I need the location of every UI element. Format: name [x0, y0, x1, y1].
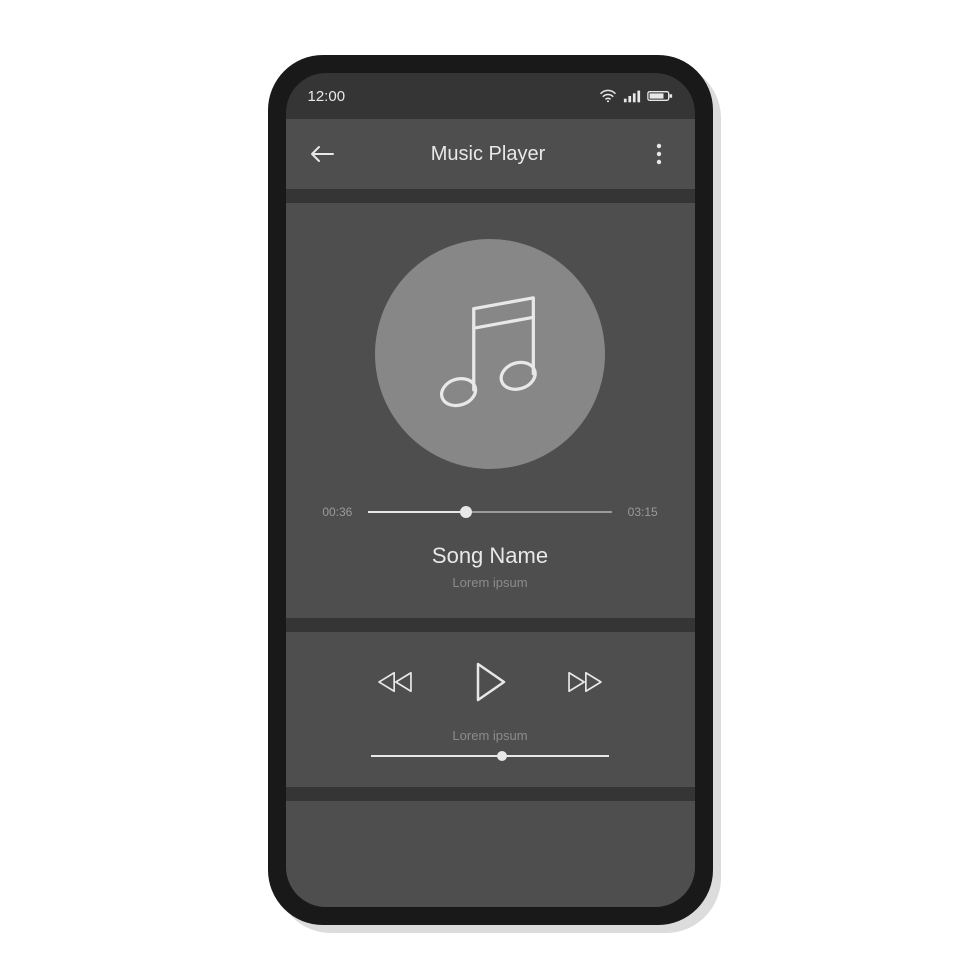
- duration-time: 03:15: [628, 505, 658, 519]
- status-time: 12:00: [308, 88, 346, 105]
- now-playing-panel: 00:36 03:15 Song Name Lorem ipsum: [286, 203, 695, 618]
- status-icons: [599, 89, 673, 103]
- volume-label: Lorem ipsum: [452, 728, 527, 743]
- phone-frame: 12:00: [268, 55, 713, 925]
- next-button[interactable]: [564, 667, 606, 697]
- battery-icon: [647, 89, 673, 103]
- play-button[interactable]: [470, 660, 510, 704]
- music-note-icon: [430, 287, 550, 422]
- progress-track[interactable]: [368, 511, 611, 513]
- album-art: [375, 239, 605, 469]
- progress-bar[interactable]: 00:36 03:15: [322, 505, 657, 519]
- song-subtitle: Lorem ipsum: [452, 575, 527, 590]
- app-header: Music Player: [286, 119, 695, 189]
- screen: 12:00: [286, 73, 695, 907]
- bottom-panel: [286, 801, 695, 907]
- wifi-icon: [599, 89, 617, 103]
- status-bar: 12:00: [286, 73, 695, 119]
- more-button[interactable]: [645, 143, 673, 165]
- previous-button[interactable]: [374, 667, 416, 697]
- page-title: Music Player: [332, 143, 645, 166]
- song-title: Song Name: [432, 543, 548, 569]
- volume-slider[interactable]: [371, 755, 608, 757]
- controls-panel: Lorem ipsum: [286, 632, 695, 787]
- progress-thumb[interactable]: [460, 506, 472, 518]
- volume-thumb[interactable]: [497, 751, 507, 761]
- elapsed-time: 00:36: [322, 505, 352, 519]
- signal-icon: [623, 89, 641, 103]
